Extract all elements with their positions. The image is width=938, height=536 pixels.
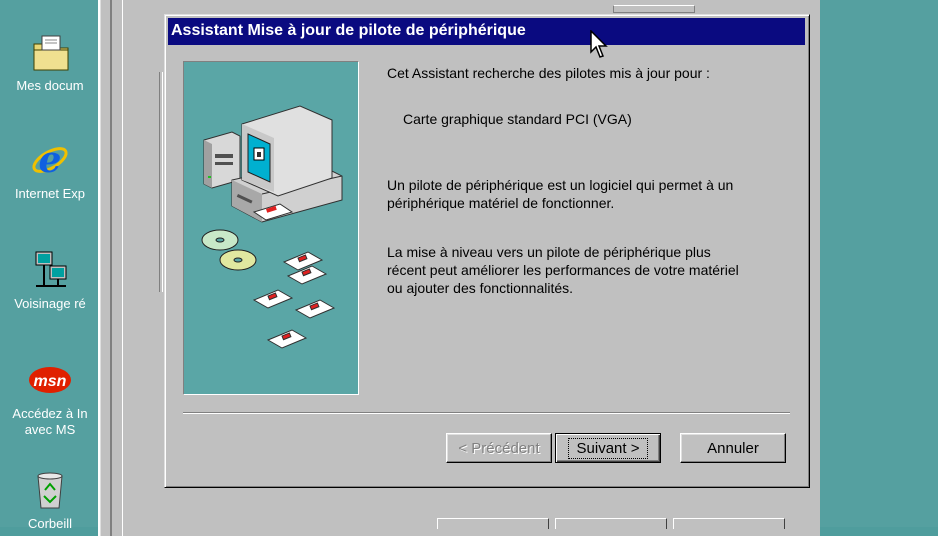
desktop-icon-label: Internet Exp bbox=[14, 186, 86, 201]
background-window-bottom-button[interactable] bbox=[555, 518, 667, 529]
desktop-icon-recycle-bin[interactable]: Corbeill bbox=[0, 468, 100, 532]
desktop-icon-internet-explorer[interactable]: e Internet Exp bbox=[0, 138, 100, 202]
window-frame-line bbox=[110, 0, 112, 536]
background-window-bottom-button[interactable] bbox=[673, 518, 785, 529]
desktop-icon-my-documents[interactable]: Mes docum bbox=[0, 30, 100, 94]
desktop-icon-network[interactable]: Voisinage ré bbox=[0, 248, 100, 312]
desktop-icon-label: Corbeill bbox=[27, 516, 73, 531]
description-line: La mise à niveau vers un pilote de périp… bbox=[387, 244, 711, 260]
description-line: ou ajouter des fonctionnalités. bbox=[387, 280, 574, 296]
background-window-button bbox=[613, 5, 695, 13]
cancel-button-label: Annuler bbox=[707, 439, 759, 457]
svg-text:e: e bbox=[39, 139, 62, 181]
msn-icon: msn bbox=[28, 358, 72, 402]
back-button[interactable]: < Précédent bbox=[446, 433, 552, 463]
wizard-illustration-panel bbox=[183, 61, 359, 395]
dialog-title: Assistant Mise à jour de pilote de périp… bbox=[171, 22, 526, 39]
svg-text:msn: msn bbox=[34, 373, 67, 390]
background-window-bottom-button[interactable] bbox=[437, 518, 549, 529]
mouse-cursor-icon bbox=[590, 29, 610, 63]
device-name: Carte graphique standard PCI (VGA) bbox=[403, 111, 632, 127]
description-line: Un pilote de périphérique est un logicie… bbox=[387, 177, 734, 193]
desktop: Mes docum e Internet Exp Voisinage ré ms… bbox=[0, 0, 938, 536]
background-window-groove bbox=[159, 72, 163, 292]
description-line: récent peut améliorer les performances d… bbox=[387, 262, 739, 278]
cancel-button[interactable]: Annuler bbox=[680, 433, 786, 463]
my-documents-icon bbox=[28, 30, 72, 74]
desktop-icon-label-line2: avec MS bbox=[24, 422, 76, 437]
network-neighborhood-icon bbox=[28, 248, 72, 292]
desktop-icon-label: Mes docum bbox=[16, 78, 84, 93]
title-bar[interactable]: Assistant Mise à jour de pilote de périp… bbox=[168, 18, 805, 45]
description-line: périphérique matériel de fonctionner. bbox=[387, 195, 615, 211]
desktop-icon-label: Voisinage ré bbox=[14, 296, 86, 311]
internet-explorer-icon: e bbox=[28, 138, 72, 182]
next-button-label: Suivant > bbox=[567, 437, 649, 459]
desktop-icon-msn[interactable]: msn Accédez à In avec MS bbox=[0, 358, 100, 438]
driver-update-wizard-dialog: Assistant Mise à jour de pilote de périp… bbox=[164, 14, 810, 488]
next-button[interactable]: Suivant > bbox=[555, 433, 661, 463]
recycle-bin-icon bbox=[28, 468, 72, 512]
desktop-icon-label: Accédez à In bbox=[12, 406, 88, 421]
computer-illustration bbox=[201, 105, 343, 349]
intro-text: Cet Assistant recherche des pilotes mis … bbox=[387, 65, 710, 81]
button-separator bbox=[183, 412, 790, 414]
back-button-label: < Précédent bbox=[458, 439, 540, 457]
